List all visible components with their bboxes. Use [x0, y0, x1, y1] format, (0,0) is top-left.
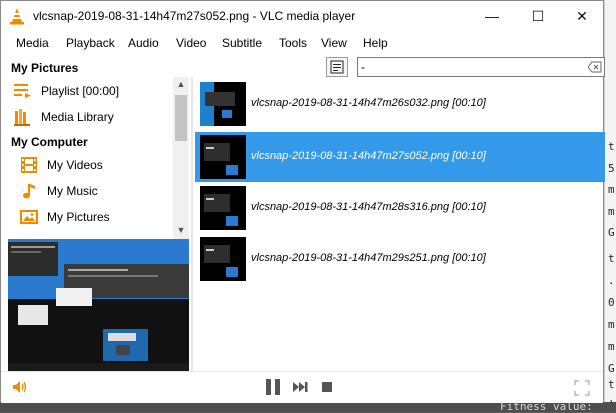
playlist-item-label: vlcsnap-2019-08-31-14h47m26s032.png [00:… [251, 97, 486, 109]
menu-playback[interactable]: Playback [66, 36, 115, 50]
background-terminal-char: m [608, 340, 615, 353]
sidebar-item-label: My Music [47, 184, 98, 198]
sidebar-item-label: Media Library [41, 110, 114, 124]
playlist-search-input[interactable] [361, 60, 581, 74]
menu-media[interactable]: Media [16, 36, 49, 50]
background-terminal-char: m [608, 183, 615, 196]
stop-icon [322, 382, 332, 392]
background-terminal-char: m [608, 205, 615, 218]
menu-audio[interactable]: Audio [128, 36, 159, 50]
background-terminal-char: G [608, 226, 615, 239]
next-button[interactable] [292, 380, 310, 394]
scrollbar-thumb[interactable] [175, 95, 187, 141]
sidebar-item-label: My Pictures [47, 210, 110, 224]
playlist-view-toggle-button[interactable] [326, 57, 348, 77]
sidebar-item-label: Playlist [00:00] [41, 84, 120, 98]
scroll-up-icon[interactable]: ▲ [173, 77, 189, 91]
sidebar-heading-my-computer: My Computer [11, 135, 88, 149]
maximize-icon: ☐ [531, 7, 545, 24]
vlc-cone-icon [10, 8, 24, 25]
video-preview [8, 239, 189, 371]
playlist-item-label: vlcsnap-2019-08-31-14h47m27s052.png [00:… [251, 150, 486, 162]
window-title: vlcsnap-2019-08-31-14h47m27s052.png - VL… [33, 9, 356, 23]
background-terminal-char: m [608, 318, 615, 331]
playlist-item-label: vlcsnap-2019-08-31-14h47m29s251.png [00:… [251, 252, 486, 264]
playlist-item-selected[interactable]: vlcsnap-2019-08-31-14h47m27s052.png [00:… [195, 132, 605, 182]
scroll-down-icon[interactable]: ▼ [173, 223, 189, 237]
fullscreen-button[interactable] [573, 379, 591, 397]
menu-video[interactable]: Video [176, 36, 206, 50]
film-icon [20, 156, 38, 174]
playlist-item-label: vlcsnap-2019-08-31-14h47m28s316.png [00:… [251, 201, 486, 213]
pause-icon [266, 379, 280, 395]
background-terminal-char: 0 [608, 296, 615, 309]
menu-bar: Media Playback Audio Video Subtitle Tool… [1, 33, 603, 53]
close-icon: ✕ [576, 7, 588, 24]
background-terminal-char: . [608, 274, 615, 287]
background-terminal-char: 5 [608, 162, 615, 175]
menu-subtitle[interactable]: Subtitle [222, 36, 262, 50]
menu-tools[interactable]: Tools [279, 36, 307, 50]
sidebar-item-my-pictures[interactable]: My Pictures [20, 206, 110, 228]
sidebar-item-media-library[interactable]: Media Library [14, 106, 114, 128]
sidebar-scrollbar[interactable]: ▲ ▼ [173, 77, 189, 239]
playlist-item[interactable]: vlcsnap-2019-08-31-14h47m28s316.png [00:… [195, 183, 605, 233]
thumbnail-image [200, 135, 246, 179]
minimize-button[interactable]: — [469, 1, 515, 31]
thumbnail-image [200, 82, 246, 126]
sidebar-heading-my-pictures: My Pictures [11, 61, 79, 75]
thumbnail-image [200, 186, 246, 230]
playlist-item[interactable]: vlcsnap-2019-08-31-14h47m29s251.png [00:… [195, 234, 605, 284]
background-terminal-char: t [608, 252, 615, 265]
playback-controls [1, 371, 603, 403]
thumbnail-image [200, 237, 246, 281]
background-terminal-char: t [608, 378, 615, 391]
sidebar-item-playlist[interactable]: Playlist [00:00] [14, 80, 119, 102]
playlist-item[interactable]: vlcsnap-2019-08-31-14h47m26s032.png [00:… [195, 79, 605, 129]
sidebar-item-my-music[interactable]: My Music [20, 180, 98, 202]
menu-view[interactable]: View [321, 36, 347, 50]
sidebar-item-my-videos[interactable]: My Videos [20, 154, 103, 176]
volume-button[interactable] [11, 379, 29, 395]
background-terminal-char: . [608, 392, 615, 405]
title-bar[interactable]: vlcsnap-2019-08-31-14h47m27s052.png - VL… [1, 1, 603, 31]
clear-search-icon[interactable] [588, 60, 602, 74]
pause-button[interactable] [263, 377, 283, 397]
close-button[interactable]: ✕ [559, 1, 605, 31]
next-track-icon [293, 382, 308, 392]
menu-help[interactable]: Help [363, 36, 388, 50]
playlist: vlcsnap-2019-08-31-14h47m26s032.png [00:… [195, 79, 605, 289]
stop-button[interactable] [320, 381, 334, 393]
minimize-icon: — [485, 8, 499, 24]
music-note-icon [20, 182, 38, 200]
search-box [357, 57, 605, 77]
fullscreen-icon [574, 380, 590, 396]
maximize-button[interactable]: ☐ [515, 1, 561, 31]
picture-icon [20, 208, 38, 226]
background-terminal-char: G [608, 362, 615, 375]
vlc-window: vlcsnap-2019-08-31-14h47m27s052.png - VL… [0, 0, 605, 403]
media-library-icon [14, 108, 32, 126]
background-terminal-char: t [608, 140, 615, 153]
list-view-icon [330, 60, 344, 74]
sidebar-item-label: My Videos [47, 158, 103, 172]
sidebar: My Pictures Playlist [00:00] Media Libra… [8, 57, 189, 239]
playlist-icon [14, 82, 32, 100]
preview-screenshot-image [8, 239, 189, 371]
pane-splitter[interactable] [191, 77, 193, 371]
speaker-icon [13, 381, 27, 393]
